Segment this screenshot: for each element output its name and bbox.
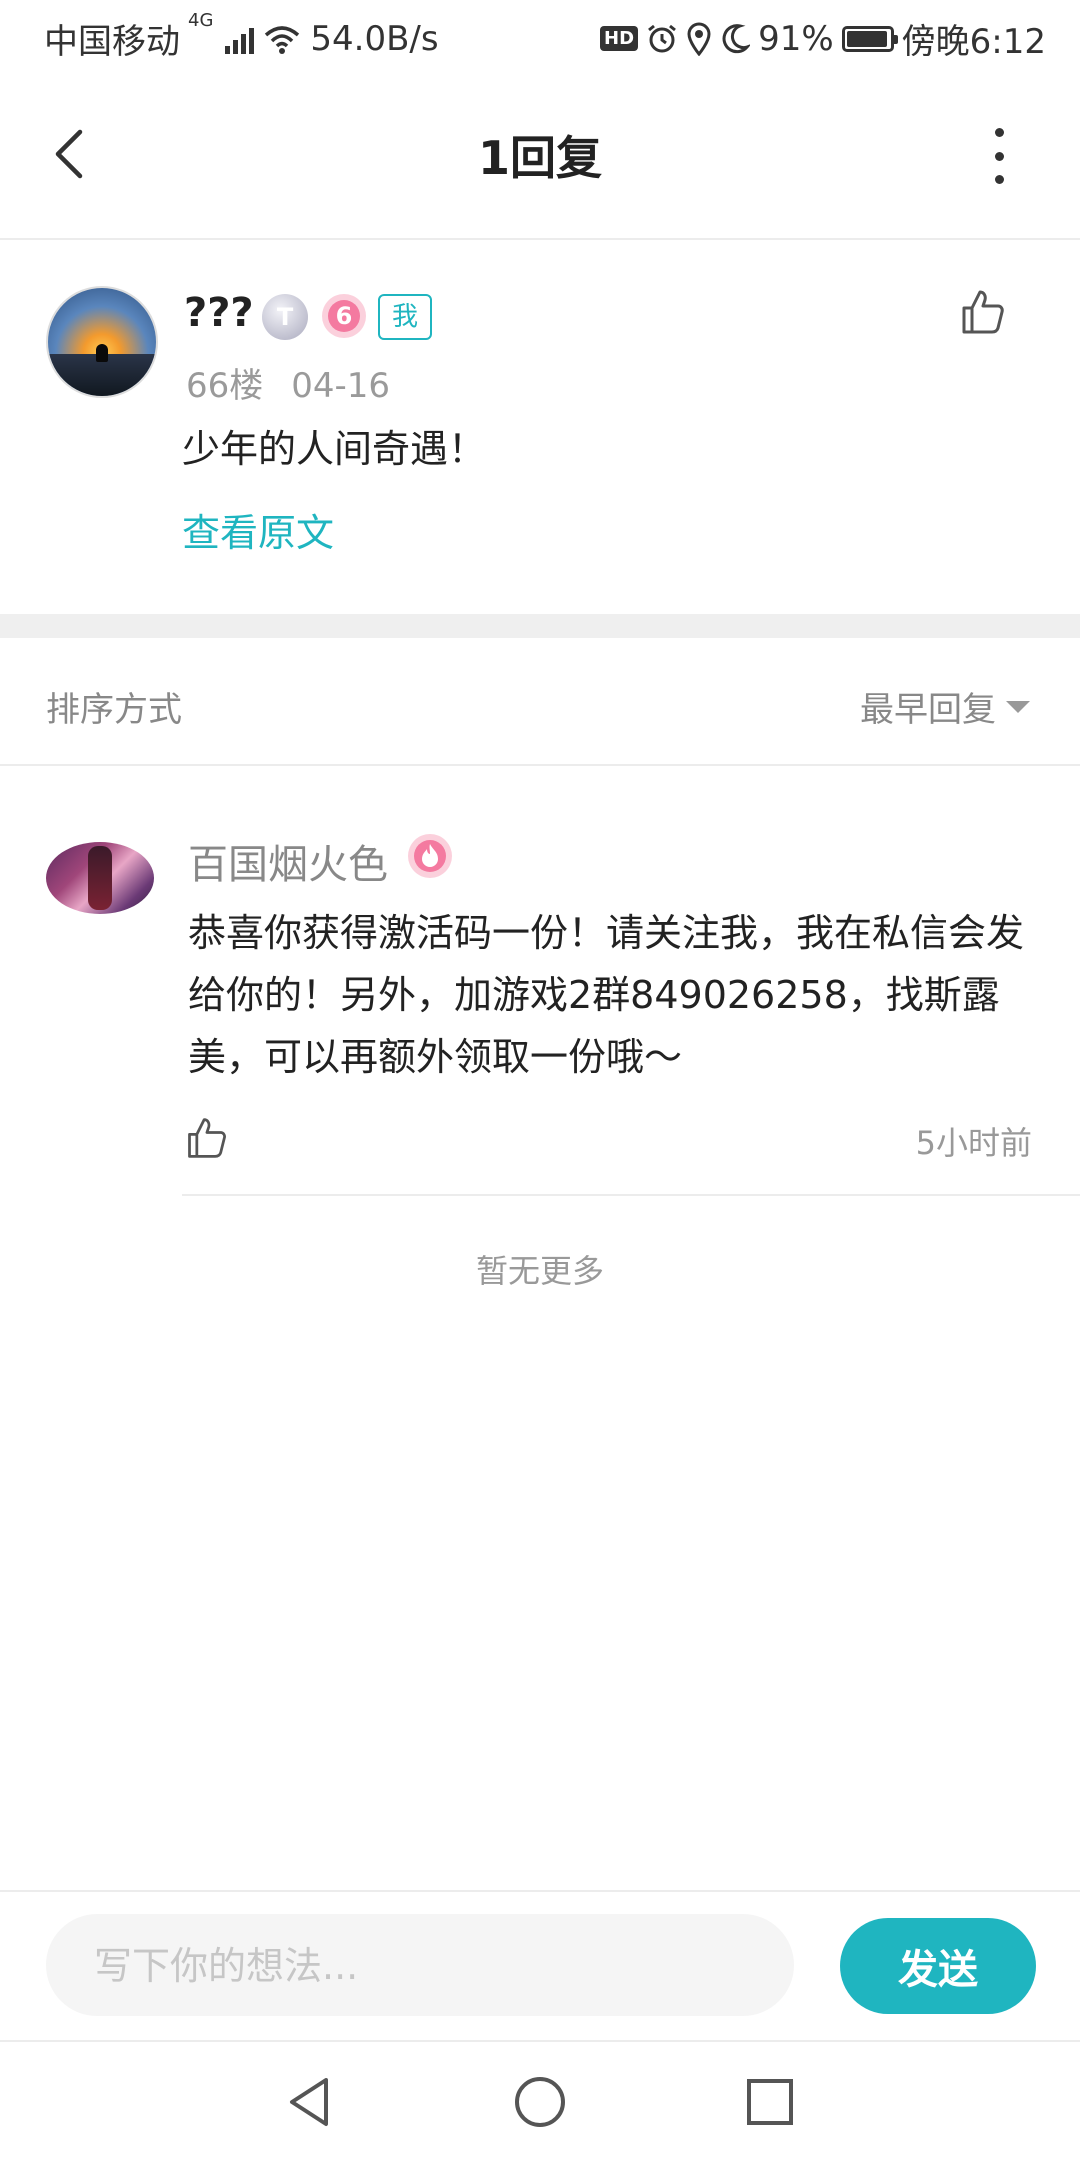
- reply-like-button[interactable]: [184, 1116, 228, 1160]
- section-divider: [0, 614, 1080, 638]
- more-vertical-icon: [994, 128, 1004, 137]
- no-more-text: 暂无更多: [475, 1252, 604, 1290]
- moon-icon: [722, 23, 751, 53]
- reply-avatar[interactable]: [46, 842, 154, 914]
- net-speed: 54.0B/s: [310, 18, 439, 59]
- reply-username[interactable]: 百国烟火色: [188, 832, 388, 890]
- system-nav-bar: [0, 2040, 1080, 2162]
- alarm-icon: [648, 24, 676, 52]
- nav-back-button[interactable]: [280, 2072, 340, 2132]
- comment-input[interactable]: [92, 1914, 776, 2018]
- fire-badge-icon: [408, 834, 452, 878]
- divider: [182, 1194, 1080, 1196]
- avatar[interactable]: [46, 286, 158, 398]
- signal-icon: [225, 24, 255, 54]
- sort-label: 排序方式: [46, 690, 182, 730]
- reply-content: 恭喜你获得激活码一份！请关注我，我在私信会发给你的！另外，加游戏2群849026…: [188, 911, 1025, 1079]
- status-left: 中国移动 4G 54.0B/s: [44, 10, 439, 63]
- post-like-button[interactable]: [958, 288, 1006, 336]
- post-username[interactable]: ???: [184, 290, 254, 336]
- floor-number: 66楼: [186, 366, 264, 406]
- status-right: HD 91% 傍晚6:12: [600, 14, 1046, 63]
- wifi-icon: [265, 25, 300, 54]
- post-meta: 66楼 04-16: [186, 358, 390, 407]
- carrier-label: 中国移动: [44, 22, 180, 62]
- view-original-link[interactable]: 查看原文: [182, 502, 334, 557]
- square-recents-icon: [747, 2079, 793, 2125]
- top-app-bar: 1回复: [0, 72, 1080, 240]
- battery-percent: 91%: [758, 18, 834, 59]
- hd-icon: HD: [600, 26, 639, 51]
- more-options-button[interactable]: [986, 128, 1012, 184]
- network-type: 4G: [188, 10, 214, 31]
- send-button[interactable]: 发送: [840, 1918, 1036, 2014]
- post-content: 少年的人间奇遇！: [182, 427, 487, 471]
- nav-recents-button[interactable]: [740, 2072, 800, 2132]
- nav-home-button[interactable]: [510, 2072, 570, 2132]
- reply-time: 5小时前: [915, 1124, 1032, 1162]
- thumbs-up-icon: [962, 290, 1004, 334]
- triangle-back-icon: [290, 2078, 328, 2126]
- level-badge-t: T: [262, 294, 308, 340]
- comment-input-wrapper: [46, 1914, 794, 2018]
- post-date: 04-16: [291, 366, 391, 406]
- divider: [0, 764, 1080, 766]
- page-title: 1回复: [477, 131, 602, 185]
- caret-down-icon: [1006, 700, 1030, 713]
- circle-home-icon: [515, 2077, 565, 2127]
- clock: 傍晚6:12: [901, 22, 1046, 62]
- battery-icon: [841, 25, 898, 52]
- thumbs-up-icon: [188, 1118, 226, 1158]
- status-bar: 中国移动 4G 54.0B/s HD 91% 傍晚6:12: [0, 0, 1080, 72]
- comment-input-bar: 发送: [0, 1890, 1080, 2042]
- location-icon: [687, 22, 711, 56]
- me-tag: 我: [378, 294, 433, 340]
- level-badge-6: 6: [322, 294, 366, 338]
- sort-selected: 最早回复: [860, 690, 996, 730]
- sort-dropdown[interactable]: 最早回复: [860, 682, 1030, 731]
